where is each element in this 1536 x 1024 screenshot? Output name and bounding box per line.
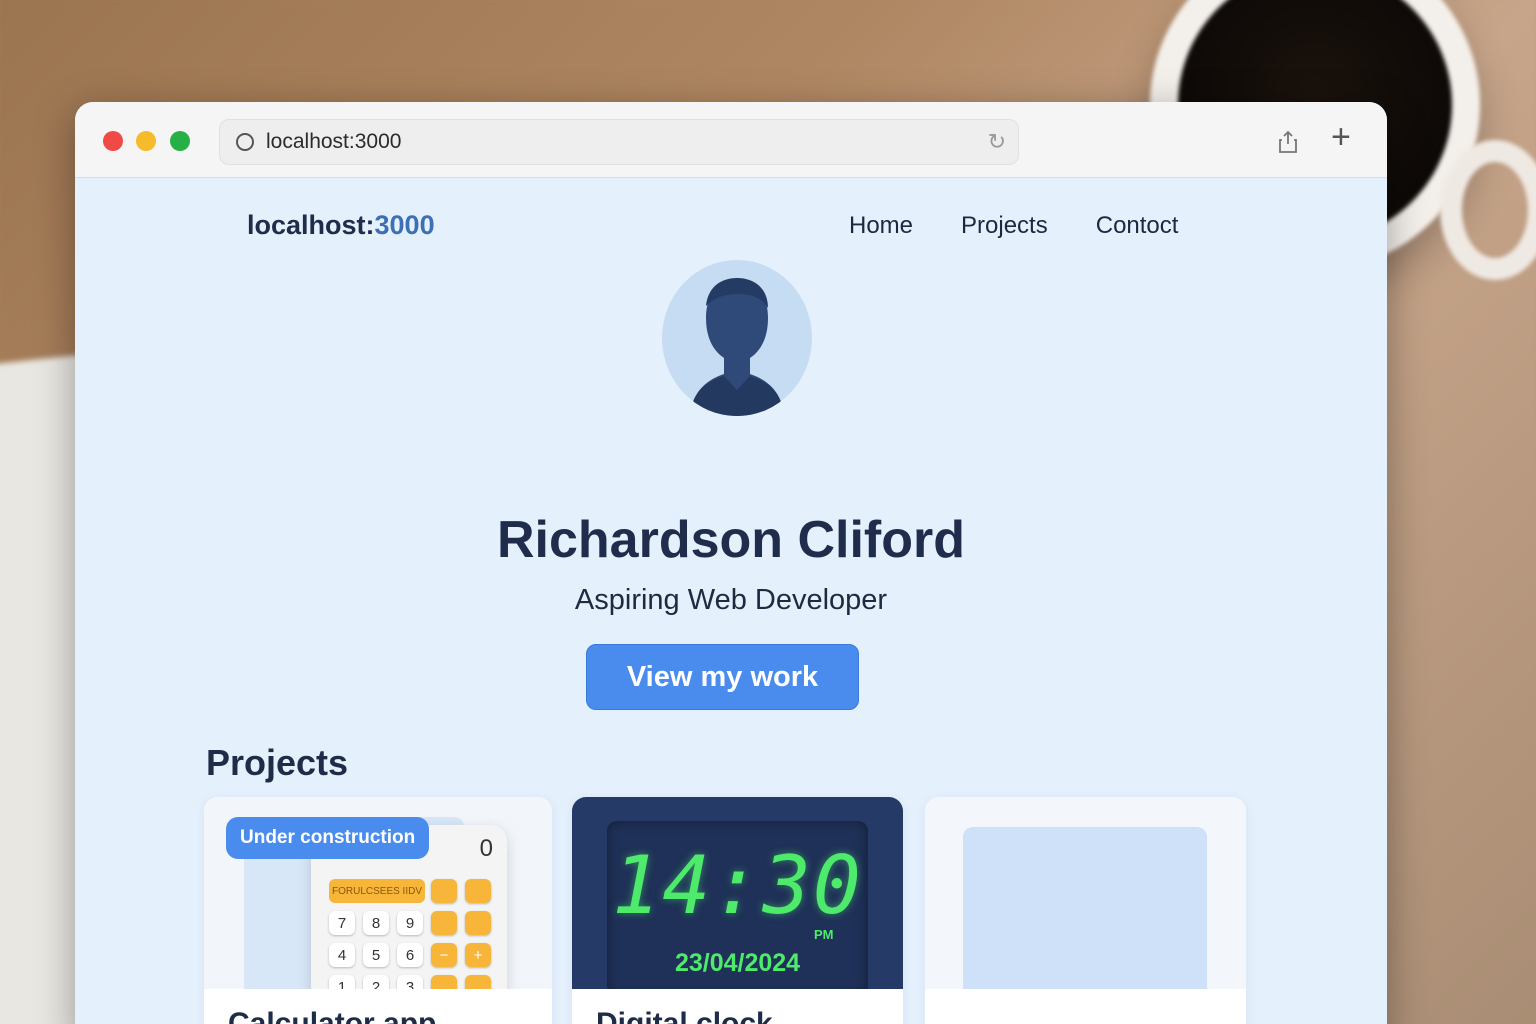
project-card-placeholder[interactable]: [925, 797, 1246, 1024]
project-card-title: Calculator app: [228, 1007, 437, 1024]
placeholder-image: [963, 827, 1207, 989]
calculator-op-key: +: [465, 943, 491, 967]
clock-time: 14:30: [612, 839, 863, 932]
share-icon[interactable]: [1278, 130, 1298, 154]
maximize-window-button[interactable]: [170, 131, 190, 151]
nav-projects-link[interactable]: Projects: [961, 212, 1048, 240]
portfolio-page: localhost:3000 Home Projects Contoct Ric…: [75, 178, 1387, 1024]
calculator-display: 0: [479, 835, 493, 862]
brand-host: localhost:: [247, 210, 375, 240]
calculator-op-key: [465, 975, 491, 989]
background-cup-handle: [1440, 140, 1536, 280]
reload-icon[interactable]: ↻: [988, 129, 1006, 155]
view-my-work-button[interactable]: View my work: [586, 644, 859, 710]
calculator-key: 1: [329, 975, 355, 989]
calculator-key: 3: [397, 975, 423, 989]
brand-port: 3000: [374, 210, 435, 240]
calculator-key: 6: [397, 943, 423, 967]
projects-heading: Projects: [206, 742, 349, 783]
profile-name: Richardson Cliford: [496, 511, 966, 569]
calculator-thumbnail: 0 FORULCSEES IIDV 7 8 9 4 5 6 − + 1 2 3 …: [204, 797, 552, 989]
calculator-key: 7: [329, 911, 355, 935]
browser-window: localhost:3000 ↻ + localhost:3000 Home P…: [75, 102, 1387, 1024]
profile-avatar: [662, 260, 812, 416]
project-card-calculator[interactable]: 0 FORULCSEES IIDV 7 8 9 4 5 6 − + 1 2 3 …: [204, 797, 552, 1024]
calculator-op-key: [465, 911, 491, 935]
person-silhouette-icon: [690, 278, 784, 416]
site-info-icon[interactable]: [236, 133, 254, 151]
under-construction-badge: Under construction: [226, 817, 430, 859]
clock-meridiem: PM: [814, 927, 834, 942]
close-window-button[interactable]: [103, 131, 123, 151]
new-tab-plus-icon[interactable]: +: [1331, 120, 1351, 154]
calculator-row: 1 2 3: [329, 975, 491, 989]
project-card-title: Digital clock: [596, 1007, 773, 1024]
address-bar-url: localhost:3000: [266, 130, 402, 153]
placeholder-thumbnail: [925, 797, 1246, 989]
nav-home-link[interactable]: Home: [849, 212, 913, 240]
nav-contact-link[interactable]: Contoct: [1096, 212, 1179, 240]
clock-date: 23/04/2024: [674, 949, 801, 977]
calculator-key: 9: [397, 911, 423, 935]
address-bar[interactable]: localhost:3000 ↻: [219, 119, 1019, 165]
main-nav: Home Projects Contoct: [849, 212, 1178, 240]
calculator-row: 7 8 9: [329, 911, 491, 935]
calculator-op-key: −: [431, 943, 457, 967]
calculator-op-key: [431, 911, 457, 935]
calculator-op-key: [465, 879, 491, 903]
calculator-key: 5: [363, 943, 389, 967]
calculator-key: 8: [363, 911, 389, 935]
minimize-window-button[interactable]: [136, 131, 156, 151]
calculator-key: 4: [329, 943, 355, 967]
site-brand[interactable]: localhost:3000: [247, 210, 435, 241]
browser-toolbar: localhost:3000 ↻ +: [75, 102, 1387, 178]
clock-thumbnail: 14:30 PM 23/04/2024: [572, 797, 903, 989]
calculator-op-key: [431, 879, 457, 903]
profile-subtitle: Aspiring Web Developer: [574, 584, 888, 616]
calculator-row-ops: [431, 879, 491, 903]
calculator-top-key: FORULCSEES IIDV: [329, 879, 425, 903]
calculator-key: 2: [363, 975, 389, 989]
calculator-row: 4 5 6 − +: [329, 943, 491, 967]
project-card-digital-clock[interactable]: 14:30 PM 23/04/2024 Digital clock: [572, 797, 903, 1024]
calculator-op-key: [431, 975, 457, 989]
